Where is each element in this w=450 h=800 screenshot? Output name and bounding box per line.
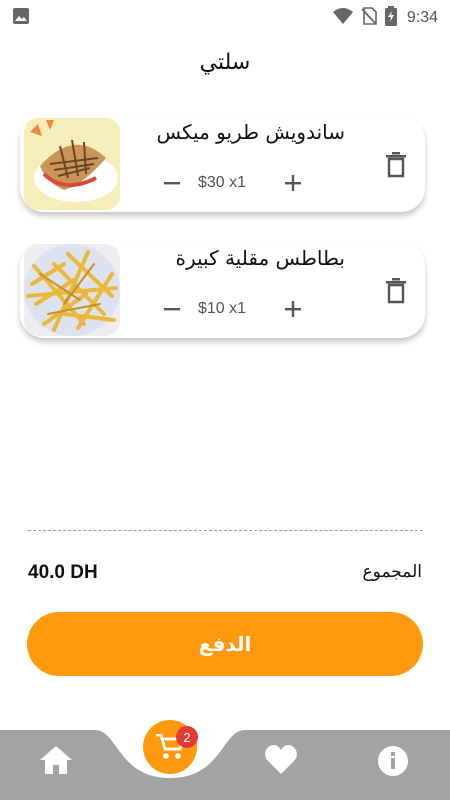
no-sim-icon bbox=[361, 7, 377, 29]
status-bar: 9:34 bbox=[0, 0, 450, 32]
decrease-quantity-button[interactable] bbox=[160, 171, 184, 195]
status-time: 9:34 bbox=[406, 9, 438, 26]
item-price-quantity: $30 x1 bbox=[198, 174, 247, 191]
increase-quantity-button[interactable] bbox=[281, 297, 305, 321]
item-price-quantity: $10 x1 bbox=[198, 300, 247, 317]
nav-home-button[interactable] bbox=[40, 746, 72, 778]
decrease-quantity-button[interactable] bbox=[160, 297, 184, 321]
gallery-icon bbox=[12, 7, 30, 29]
total-value: 40.0 DH bbox=[28, 562, 98, 583]
checkout-button[interactable]: الدفع bbox=[27, 612, 423, 676]
battery-charging-icon bbox=[384, 6, 397, 30]
home-icon bbox=[40, 746, 72, 774]
dashed-divider bbox=[28, 530, 423, 531]
cart-item-card: بطاطس مقلية كبيرة $10 x1 bbox=[20, 242, 425, 338]
quantity-stepper: $10 x1 bbox=[160, 297, 305, 321]
nav-favorites-button[interactable] bbox=[265, 745, 297, 779]
page-title: سلتي bbox=[199, 50, 251, 75]
info-icon bbox=[378, 746, 408, 776]
item-name: ساندويش طريو ميكس bbox=[156, 120, 346, 144]
fries-image bbox=[24, 244, 120, 336]
trash-icon bbox=[386, 152, 406, 178]
delete-item-button[interactable] bbox=[385, 152, 407, 178]
wifi-icon bbox=[332, 8, 353, 28]
cart-badge: 2 bbox=[176, 726, 198, 748]
increase-quantity-button[interactable] bbox=[281, 171, 305, 195]
trash-icon bbox=[386, 278, 406, 304]
nav-info-button[interactable] bbox=[378, 746, 408, 780]
delete-item-button[interactable] bbox=[385, 278, 407, 304]
sandwich-image bbox=[24, 118, 120, 210]
item-name: بطاطس مقلية كبيرة bbox=[175, 246, 345, 270]
cart-item-card: ساندويش طريو ميكس $30 x1 bbox=[20, 116, 425, 212]
total-label: المجموع bbox=[362, 562, 422, 582]
quantity-stepper: $30 x1 bbox=[160, 171, 305, 195]
heart-icon bbox=[265, 745, 297, 774]
